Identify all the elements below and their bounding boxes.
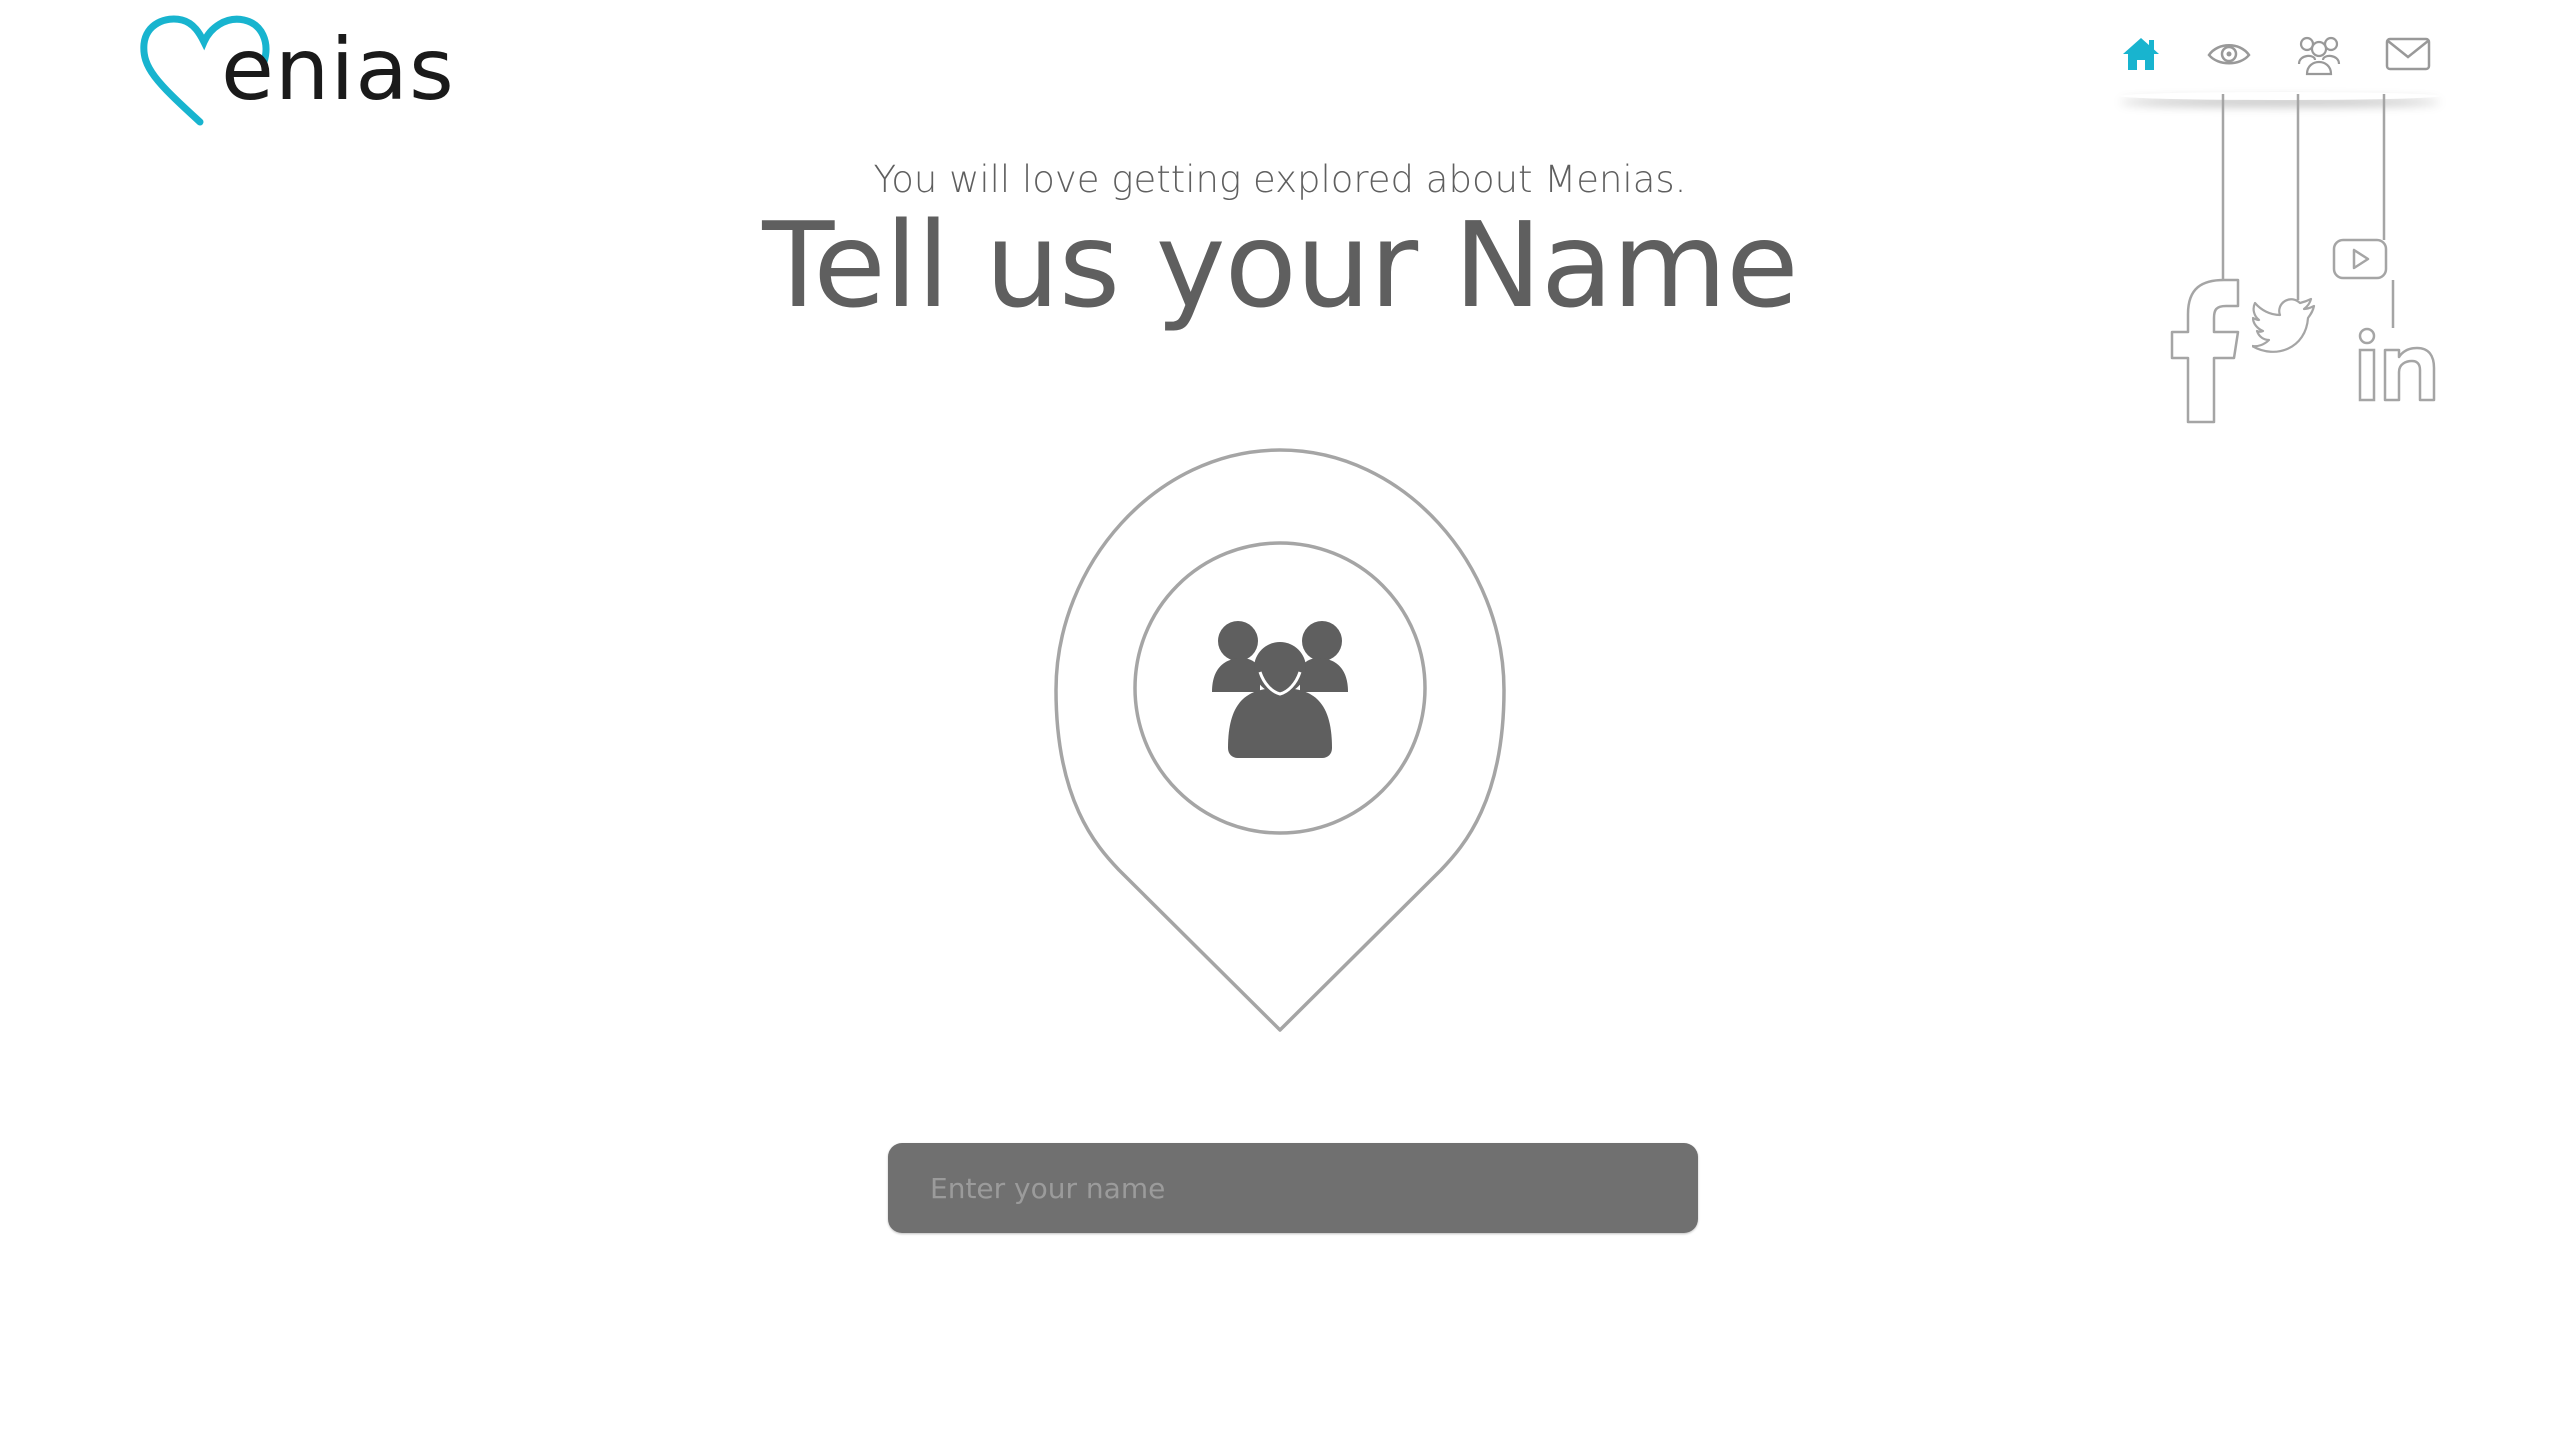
eye-icon [2207, 44, 2251, 65]
nav-contact-button[interactable] [2384, 34, 2444, 94]
user-group-icon [1212, 621, 1348, 758]
home-icon [2123, 38, 2159, 70]
logo[interactable]: enias [138, 12, 454, 130]
name-input[interactable] [888, 1143, 1698, 1233]
nav-community-button[interactable] [2295, 34, 2355, 94]
location-pin-graphic [1054, 448, 1506, 1032]
page-title: Tell us your Name [762, 196, 1798, 334]
nav-explore-button[interactable] [2206, 34, 2266, 94]
page-subtitle: You will love getting explored about Men… [873, 158, 1687, 201]
nav-home-button[interactable] [2119, 34, 2179, 94]
mail-icon [2385, 37, 2431, 71]
logo-text: enias [221, 20, 455, 120]
linkedin-icon[interactable] [2357, 326, 2437, 404]
group-icon [2297, 36, 2341, 76]
top-nav [2100, 20, 2440, 98]
